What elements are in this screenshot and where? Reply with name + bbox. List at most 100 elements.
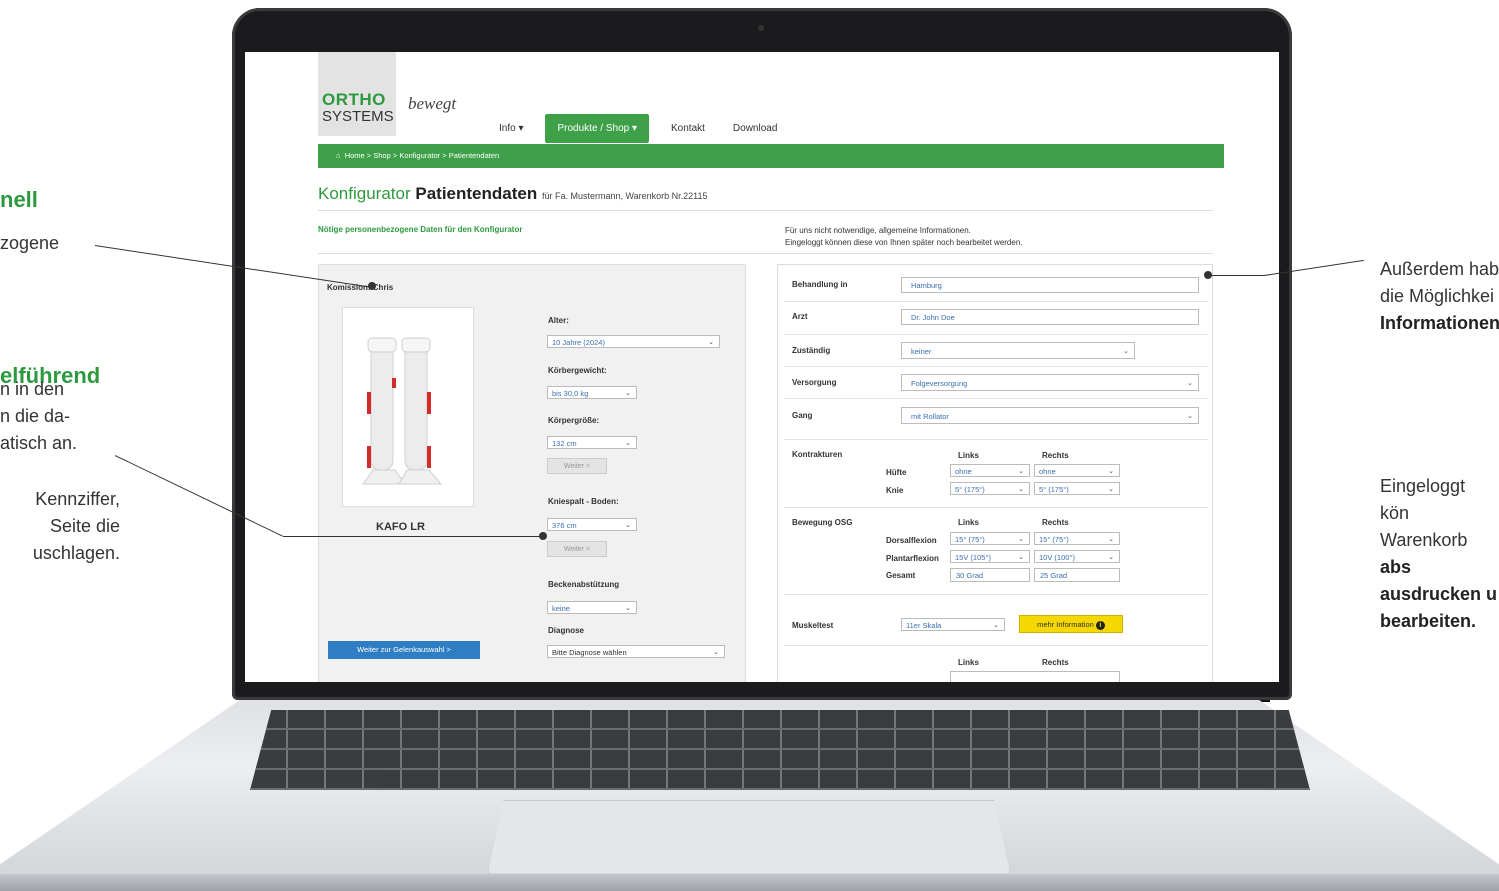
laptop-base-edge: [0, 874, 1499, 891]
doctor-input[interactable]: Dr. John Doe: [901, 309, 1199, 325]
divider: [784, 594, 1208, 595]
hip-left-select[interactable]: ohne ⌄: [950, 464, 1030, 477]
next-button-height[interactable]: Weiter >: [547, 458, 607, 474]
pelvis-select[interactable]: keine ⌄: [547, 601, 637, 614]
subheading-optional: Für uns nicht notwendige, allgemeine Inf…: [785, 226, 1023, 247]
chevron-down-icon: ⌄: [625, 605, 631, 612]
dorsal-label: Dorsalflexion: [886, 536, 937, 545]
plantar-right-select[interactable]: 10V (100°) ⌄: [1034, 550, 1120, 563]
laptop-trackpad: [488, 800, 1010, 873]
nav-info[interactable]: Info ▾: [485, 115, 537, 142]
chevron-down-icon: ⌄: [625, 440, 631, 447]
leader-line-2b: [283, 536, 541, 538]
muscle-test-select[interactable]: 11er Skala ⌄: [901, 618, 1005, 631]
plantar-label: Plantarflexion: [886, 554, 939, 563]
hip-right-select[interactable]: ohne ⌄: [1034, 464, 1120, 477]
divider: [784, 645, 1208, 646]
age-label: Alter:: [548, 316, 569, 325]
knee-label: Knie: [886, 486, 904, 495]
divider: [784, 398, 1208, 399]
knee-left-select[interactable]: 5° (175°) ⌄: [950, 482, 1030, 495]
divider: [784, 439, 1208, 440]
info-icon: i: [1095, 621, 1105, 630]
chevron-down-icon: ⌄: [1108, 536, 1114, 543]
age-select[interactable]: 10 Jahre (2024) ⌄: [547, 335, 720, 348]
chevron-down-icon: ⌄: [625, 390, 631, 397]
laptop-screen: ORTHO SYSTEMS bewegt Info ▾ Produkte / S…: [245, 52, 1279, 682]
leader-dot-2: [539, 532, 547, 540]
site-header: ORTHO SYSTEMS bewegt Info ▾ Produkte / S…: [245, 52, 1279, 144]
annotation-text-2: n in den n die da- atisch an.: [0, 379, 78, 453]
kafo-orthosis-icon: [362, 337, 443, 485]
main-nav: Info ▾ Produkte / Shop ▾ Kontakt Downloa…: [485, 114, 791, 143]
logo-ortho: ORTHO: [322, 90, 386, 109]
total-right-input[interactable]: 25 Grad: [1034, 568, 1120, 582]
height-select[interactable]: 132 cm ⌄: [547, 436, 637, 449]
weight-select[interactable]: bis 30,0 kg ⌄: [547, 386, 637, 399]
muscle-test-label: Muskeltest: [792, 621, 834, 630]
laptop-keyboard-rows: [250, 710, 1310, 790]
divider: [784, 334, 1208, 335]
breadcrumb: ⌂ Home > Shop > Konfigurator > Patienten…: [318, 144, 1224, 168]
home-icon[interactable]: ⌂: [336, 151, 341, 160]
logo[interactable]: ORTHO SYSTEMS: [318, 52, 396, 136]
panel-required-data: Komission: Chris KAFO LR Alter: 10 Jahre…: [318, 264, 746, 682]
diagnosis-label: Diagnose: [548, 626, 585, 635]
chevron-down-icon: ⌄: [1108, 468, 1114, 475]
weight-label: Körbergewicht:: [548, 366, 607, 375]
col-links: Links: [958, 518, 979, 527]
height-label: Körpergröße:: [548, 416, 600, 425]
page-title: Konfigurator Patientendaten für Fa. Must…: [318, 184, 708, 203]
logo-systems: SYSTEMS: [322, 108, 394, 125]
leader-dot-1: [368, 282, 376, 290]
laptop-lid: ORTHO SYSTEMS bewegt Info ▾ Produkte / S…: [232, 8, 1292, 700]
chevron-down-icon: ⌄: [1187, 380, 1193, 387]
chevron-down-icon: ⌄: [1108, 486, 1114, 493]
chevron-down-icon: ⌄: [708, 339, 714, 346]
col-rechts: Rechts: [1042, 518, 1069, 527]
logo-tagline: bewegt: [408, 94, 457, 113]
supply-label: Versorgung: [792, 378, 837, 387]
doctor-label: Arzt: [792, 312, 808, 321]
breadcrumb-text[interactable]: Home > Shop > Konfigurator > Patientenda…: [345, 151, 499, 160]
camera-icon: [758, 25, 764, 31]
subheading-required: Nötige personenbezogene Daten für den Ko…: [318, 225, 523, 234]
annotation-text-1: zogene: [0, 233, 60, 253]
nav-kontakt[interactable]: Kontakt: [657, 115, 719, 142]
treatment-input[interactable]: Hamburg: [901, 277, 1199, 293]
next-button-knee[interactable]: Weiter >: [547, 541, 607, 557]
movement-label: Bewegung OSG: [792, 518, 853, 527]
dorsal-left-select[interactable]: 15° (75°) ⌄: [950, 532, 1030, 545]
total-label: Gesamt: [886, 571, 916, 580]
annotation-heading-1: nell: [0, 187, 38, 212]
treatment-label: Behandlung in: [792, 280, 848, 289]
knee-right-select[interactable]: 5° (175°) ⌄: [1034, 482, 1120, 495]
contractures-label: Kontrakturen: [792, 450, 843, 459]
dorsal-right-select[interactable]: 15° (75°) ⌄: [1034, 532, 1120, 545]
divider: [784, 507, 1208, 508]
col-links: Links: [958, 658, 979, 667]
knee-floor-select[interactable]: 376 cm ⌄: [547, 518, 637, 531]
supply-select[interactable]: Folgeversorgung ⌄: [901, 374, 1199, 391]
continue-to-joint-selection-button[interactable]: Weiter zur Gelenkauswahl >: [328, 641, 480, 659]
subheading-divider: [318, 253, 1213, 254]
nav-download[interactable]: Download: [719, 115, 791, 142]
responsible-label: Zuständig: [792, 346, 831, 355]
plantar-left-select[interactable]: 15V (105°) ⌄: [950, 550, 1030, 563]
chevron-down-icon: ⌄: [1018, 536, 1024, 543]
divider: [784, 301, 1208, 302]
annotation-text-right-1: Außerdem hab die Möglichkei Informatione…: [1380, 259, 1499, 333]
total-left-input[interactable]: 30 Grad: [950, 568, 1030, 582]
gait-select[interactable]: mit Rollator ⌄: [901, 407, 1199, 424]
muscle-values-input[interactable]: [950, 671, 1120, 682]
diagnosis-select[interactable]: Bitte Diagnose wählen ⌄: [547, 645, 725, 658]
chevron-down-icon: ⌄: [1123, 348, 1129, 355]
gait-label: Gang: [792, 411, 813, 420]
divider: [784, 366, 1208, 367]
annotation-text-3: Kennziffer, Seite die uschlagen.: [32, 489, 120, 563]
chevron-down-icon: ⌄: [1018, 554, 1024, 561]
responsible-select[interactable]: keiner ⌄: [901, 342, 1135, 359]
chevron-down-icon: ⌄: [993, 622, 999, 629]
more-information-button[interactable]: mehr Information i: [1019, 615, 1123, 633]
nav-produkte-shop[interactable]: Produkte / Shop ▾: [545, 114, 649, 143]
